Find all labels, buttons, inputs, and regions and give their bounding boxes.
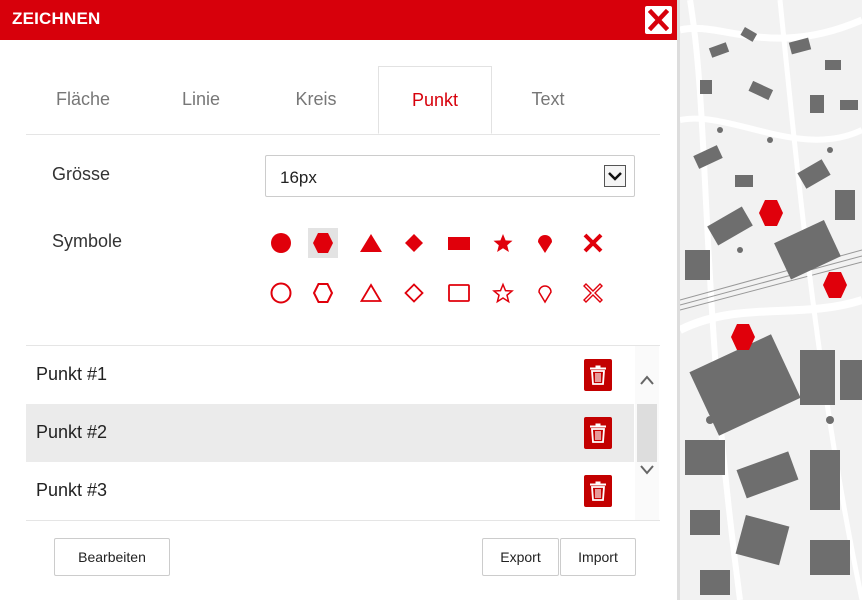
chevron-down-icon[interactable] [639, 464, 655, 476]
list-scrollbar[interactable] [635, 346, 659, 520]
triangle-icon [360, 234, 382, 252]
trash-icon [590, 481, 606, 501]
symbol-cross-filled[interactable] [578, 228, 608, 258]
symbol-diamond-filled[interactable] [399, 228, 429, 258]
tab-label: Text [531, 89, 565, 109]
symbol-marker-outline[interactable] [530, 278, 560, 308]
symbol-hexagon-outline[interactable] [308, 278, 338, 308]
map-canvas [680, 0, 862, 600]
symbol-star-filled[interactable] [488, 228, 518, 258]
star-icon [493, 234, 513, 252]
symbols-label: Symbole [52, 231, 123, 251]
map-view[interactable] [680, 0, 862, 600]
tab-punkt[interactable]: Punkt [378, 66, 492, 134]
point-label: Punkt #2 [36, 422, 108, 442]
star-outline-icon [492, 282, 514, 304]
symbol-cross-outline[interactable] [578, 278, 608, 308]
trash-icon [590, 423, 606, 443]
symbol-triangle-outline[interactable] [356, 278, 386, 308]
delete-button[interactable] [584, 417, 612, 449]
title-bar: ZEICHNEN [0, 0, 680, 40]
circle-outline-icon [270, 282, 292, 304]
point-label: Punkt #1 [36, 364, 108, 384]
hexagon-icon [313, 233, 333, 253]
hexagon-outline-icon [312, 283, 334, 303]
tab-label: Punkt [411, 90, 459, 110]
drawing-panel: ZEICHNEN Fläche Linie Kreis Punkt Text G… [0, 0, 680, 600]
scrollbar-thumb[interactable] [637, 404, 657, 462]
tab-bar: Fläche Linie Kreis Punkt Text [26, 66, 660, 135]
symbol-rectangle-filled[interactable] [444, 228, 474, 258]
close-button[interactable] [645, 6, 672, 34]
tab-flaeche[interactable]: Fläche [26, 66, 140, 134]
circle-icon [271, 233, 291, 253]
symbol-triangle-filled[interactable] [356, 228, 386, 258]
symbol-star-outline[interactable] [488, 278, 518, 308]
tab-kreis[interactable]: Kreis [266, 66, 366, 134]
chevron-up-icon[interactable] [639, 374, 655, 386]
tab-label: Linie [181, 89, 221, 109]
symbol-marker-filled[interactable] [530, 228, 560, 258]
delete-button[interactable] [584, 359, 612, 391]
size-select-value: 16px [280, 168, 317, 187]
edit-button[interactable]: Bearbeiten [54, 538, 170, 576]
trash-icon [590, 365, 606, 385]
list-item[interactable]: Punkt #1 [26, 346, 634, 404]
marker-outline-icon [538, 285, 552, 304]
delete-button[interactable] [584, 475, 612, 507]
tab-linie[interactable]: Linie [151, 66, 251, 134]
rectangle-outline-icon [448, 284, 470, 302]
list-item[interactable]: Punkt #2 [26, 404, 634, 462]
symbol-circle-outline[interactable] [266, 278, 296, 308]
close-icon [648, 9, 669, 31]
point-list: Punkt #1 Punkt #2 Punkt #3 [26, 345, 660, 521]
size-select[interactable]: 16px [265, 155, 635, 197]
symbol-circle-filled[interactable] [266, 228, 296, 258]
tab-label: Fläche [55, 89, 111, 109]
rectangle-icon [448, 237, 470, 250]
diamond-outline-icon [404, 283, 424, 303]
marker-icon [538, 235, 552, 253]
symbol-diamond-outline[interactable] [399, 278, 429, 308]
symbol-rectangle-outline[interactable] [444, 278, 474, 308]
diamond-icon [405, 234, 423, 252]
point-label: Punkt #3 [36, 480, 108, 500]
export-button[interactable]: Export [482, 538, 559, 576]
cross-icon [583, 233, 603, 253]
list-item[interactable]: Punkt #3 [26, 462, 634, 520]
chevron-down-icon [604, 165, 626, 187]
size-label: Grösse [52, 164, 111, 184]
cross-outline-icon [583, 283, 603, 303]
import-button[interactable]: Import [560, 538, 636, 576]
dialog-title: ZEICHNEN [12, 9, 101, 28]
symbol-hexagon-filled[interactable] [308, 228, 338, 258]
triangle-outline-icon [359, 283, 383, 302]
tab-label: Kreis [295, 89, 337, 109]
tab-text[interactable]: Text [498, 66, 598, 134]
